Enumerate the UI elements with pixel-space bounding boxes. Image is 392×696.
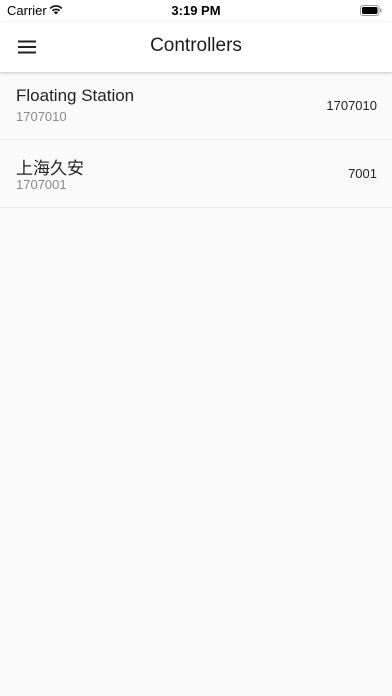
controller-value: 7001: [348, 166, 377, 181]
status-bar: Carrier 3:19 PM: [0, 0, 392, 22]
controller-id: 1707010: [16, 109, 67, 124]
controllers-screen: Carrier 3:19 PM Controllers Floating Sta…: [0, 0, 392, 696]
controller-value: 1707010: [326, 98, 377, 113]
controller-id: 1707001: [16, 177, 67, 192]
app-bar: Controllers: [0, 22, 392, 72]
controllers-list: Floating Station 1707010 1707010 上海久安 17…: [0, 72, 392, 208]
status-time: 3:19 PM: [171, 3, 221, 18]
page-title: Controllers: [150, 35, 242, 56]
battery-icon: [360, 5, 382, 16]
controller-name: 上海久安: [16, 159, 84, 178]
controller-name: Floating Station: [16, 86, 135, 105]
controller-list-item[interactable]: 上海久安 1707001 7001: [0, 140, 392, 208]
controller-list-item[interactable]: Floating Station 1707010 1707010: [0, 72, 392, 140]
